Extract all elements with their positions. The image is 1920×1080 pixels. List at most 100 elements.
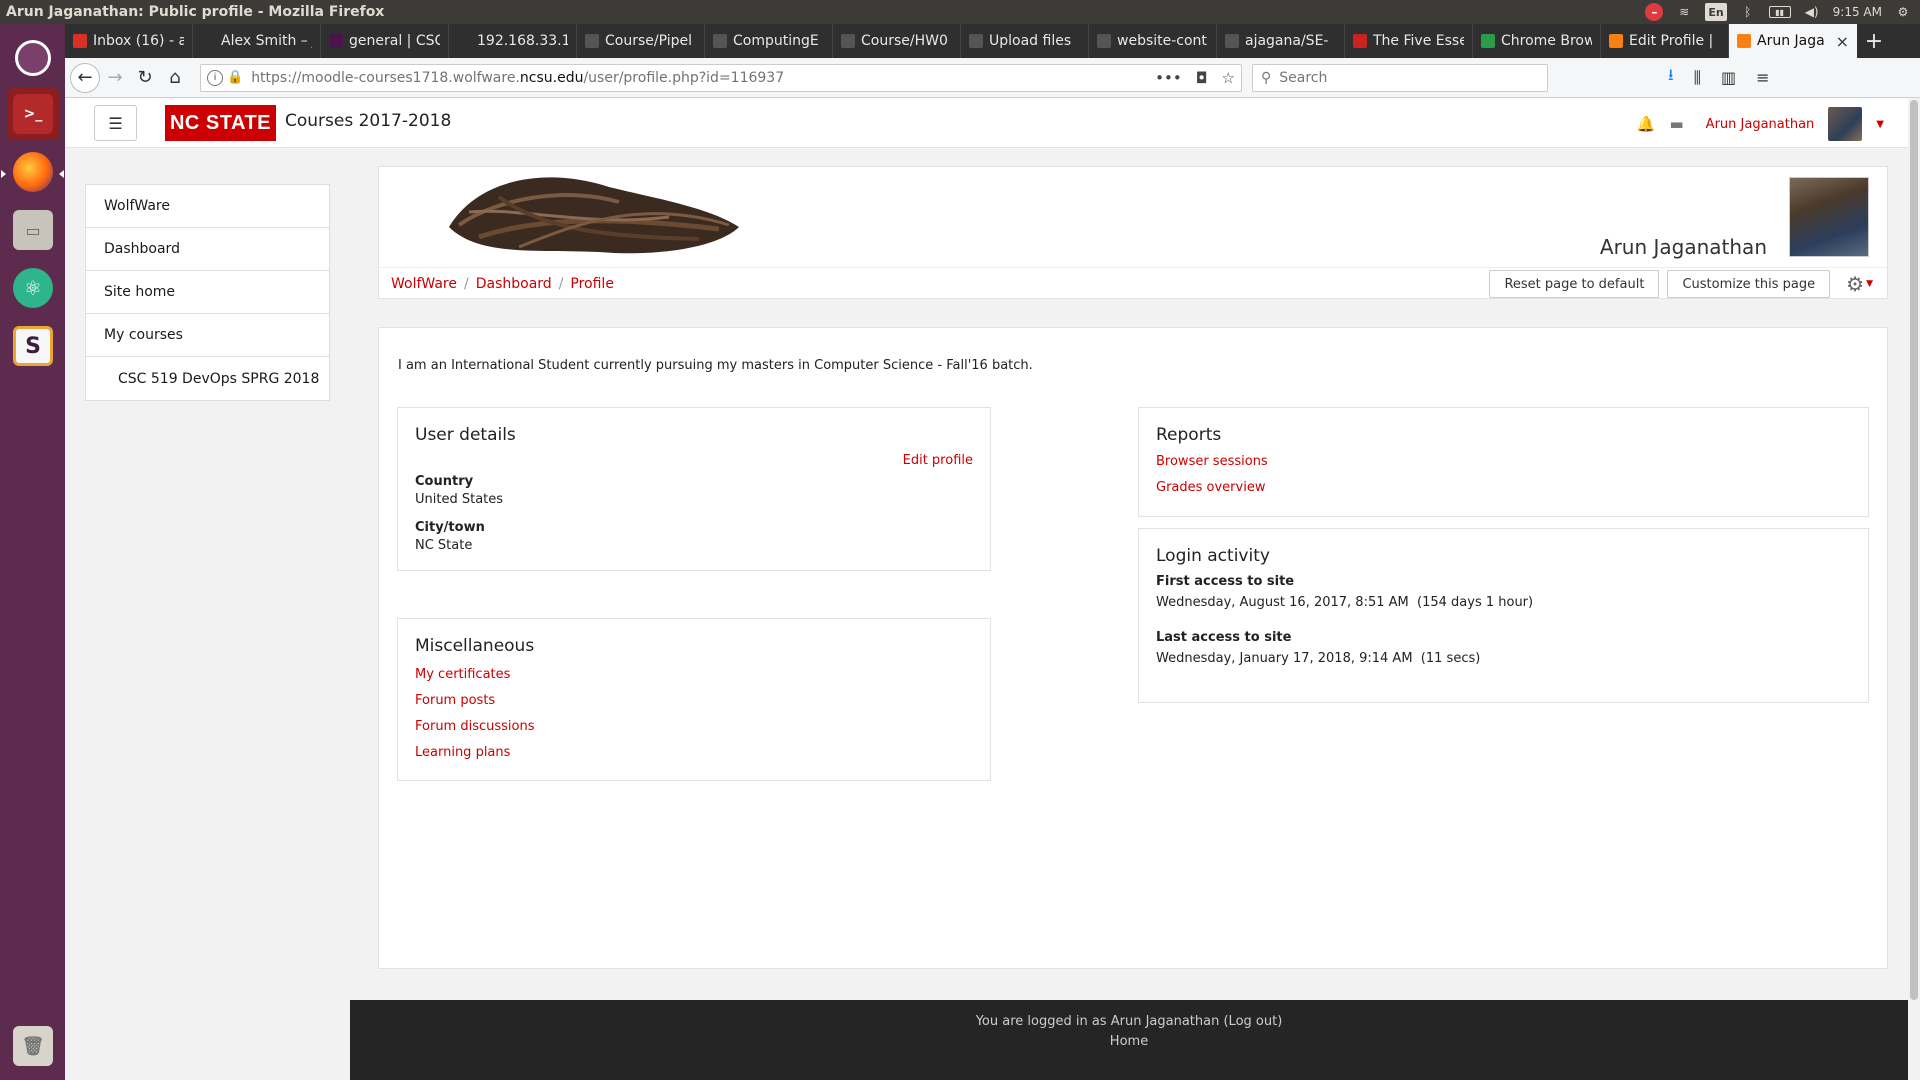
wifi-icon[interactable]: ≋ bbox=[1675, 3, 1693, 21]
tab-label: ajagana/SE- bbox=[1245, 33, 1329, 49]
my-certificates-link[interactable]: My certificates bbox=[415, 667, 510, 682]
browser-tab[interactable]: website-cont bbox=[1089, 24, 1217, 58]
ubuntu-dash-button[interactable] bbox=[7, 32, 59, 84]
browser-tab[interactable]: Inbox (16) - a bbox=[65, 24, 193, 58]
page-actions-icon[interactable]: ••• bbox=[1155, 69, 1182, 87]
github-icon bbox=[585, 34, 599, 48]
downloads-icon[interactable]: ⭳ bbox=[1668, 64, 1674, 91]
user-menu-caret-icon[interactable]: ▼ bbox=[1876, 119, 1884, 130]
sidebar-item-my-courses[interactable]: My courses bbox=[86, 314, 329, 357]
logout-link[interactable]: (Log out) bbox=[1223, 1014, 1282, 1029]
user-avatar-small[interactable] bbox=[1828, 107, 1863, 141]
trash-launcher[interactable]: 🗑 bbox=[7, 1020, 59, 1072]
firefox-launcher[interactable] bbox=[7, 146, 59, 198]
footer-home-link[interactable]: Home bbox=[350, 1034, 1908, 1049]
menu-icon[interactable]: ≡ bbox=[1756, 68, 1769, 87]
site-title[interactable]: Courses 2017-2018 bbox=[285, 111, 451, 131]
new-tab-button[interactable]: + bbox=[1857, 24, 1891, 58]
ubuntu-logo-icon bbox=[15, 40, 51, 76]
user-menu-name[interactable]: Arun Jaganathan bbox=[1706, 117, 1815, 132]
page-scrollbar[interactable] bbox=[1908, 98, 1920, 1080]
scrollbar-thumb[interactable] bbox=[1910, 100, 1918, 1000]
breadcrumb: WolfWare / Dashboard / Profile bbox=[391, 276, 614, 292]
tab-label: Edit Profile | bbox=[1629, 33, 1714, 49]
customize-page-button[interactable]: Customize this page bbox=[1667, 270, 1831, 298]
site-info-icon[interactable]: i bbox=[207, 69, 223, 86]
breadcrumb-wolfware[interactable]: WolfWare bbox=[391, 276, 457, 292]
clock[interactable]: 9:15 AM bbox=[1833, 3, 1882, 21]
forum-discussions-link[interactable]: Forum discussions bbox=[415, 719, 535, 734]
sidebar-item-csc-519-devops-sprg-2018[interactable]: CSC 519 DevOps SPRG 2018 bbox=[86, 357, 329, 400]
browser-tab[interactable]: Edit Profile | bbox=[1601, 24, 1729, 58]
url-bar[interactable]: i 🔒 https://moodle-courses1718.wolfware.… bbox=[200, 63, 1242, 92]
library-icon[interactable]: ⫼ bbox=[1694, 68, 1701, 88]
pocket-icon[interactable]: ◘ bbox=[1196, 69, 1208, 87]
browser-tab[interactable]: Arun Jaga × bbox=[1729, 24, 1857, 58]
terminal-launcher[interactable]: >_ bbox=[7, 88, 59, 140]
browser-tab[interactable]: Chrome Brow bbox=[1473, 24, 1601, 58]
settings-gear-icon[interactable]: ⚙ bbox=[1894, 3, 1912, 21]
sidebar-item-site-home[interactable]: Site home bbox=[86, 271, 329, 314]
slack-launcher[interactable]: S bbox=[7, 320, 59, 372]
tab-label: Alex Smith – Jus bbox=[221, 33, 312, 49]
notifications-bell-icon[interactable]: 🔔 bbox=[1637, 115, 1656, 133]
messages-icon[interactable]: ▬ bbox=[1669, 115, 1683, 133]
browser-tab[interactable]: The Five Esse bbox=[1345, 24, 1473, 58]
edit-profile-link[interactable]: Edit profile bbox=[903, 453, 973, 468]
files-launcher[interactable]: ▭ bbox=[7, 204, 59, 256]
breadcrumb-dashboard[interactable]: Dashboard bbox=[476, 276, 552, 292]
grades-overview-link[interactable]: Grades overview bbox=[1156, 480, 1265, 495]
atom-launcher[interactable]: ⚛ bbox=[7, 262, 59, 314]
breadcrumb-profile[interactable]: Profile bbox=[570, 276, 614, 292]
home-button[interactable]: ⌂ bbox=[160, 63, 190, 93]
nav-drawer-toggle[interactable]: ☰ bbox=[94, 105, 137, 141]
url-domain: ncsu.edu bbox=[519, 69, 584, 86]
learning-plans-link[interactable]: Learning plans bbox=[415, 745, 510, 760]
browser-tab[interactable]: Alex Smith – Jus bbox=[193, 24, 321, 58]
browser-tab[interactable]: Upload files bbox=[961, 24, 1089, 58]
login-activity-title: Login activity bbox=[1156, 546, 1270, 566]
url-suffix: /user/profile.php?id=116937 bbox=[583, 69, 785, 86]
github-icon bbox=[713, 34, 727, 48]
sidebar-item-dashboard[interactable]: Dashboard bbox=[86, 228, 329, 271]
browser-sessions-link[interactable]: Browser sessions bbox=[1156, 454, 1268, 469]
browser-nav-bar: ← → ↻ ⌂ i 🔒 https://moodle-courses1718.w… bbox=[65, 58, 1920, 98]
chrome-icon bbox=[1481, 34, 1495, 48]
close-tab-icon[interactable]: × bbox=[1836, 32, 1849, 51]
keyboard-layout-indicator[interactable]: En bbox=[1705, 3, 1727, 21]
do-not-disturb-icon[interactable]: – bbox=[1645, 3, 1664, 21]
search-input[interactable]: ⚲ Search bbox=[1252, 63, 1548, 92]
browser-tab[interactable]: 192.168.33.10:30 bbox=[449, 24, 577, 58]
system-tray: – ≋ En ᛒ ▮▮ ◀) 9:15 AM ⚙ bbox=[1645, 3, 1920, 21]
github-icon bbox=[841, 34, 855, 48]
last-access-label: Last access to site bbox=[1156, 630, 1292, 645]
volume-icon[interactable]: ◀) bbox=[1803, 3, 1821, 21]
page-actions-menu[interactable]: ⚙ ▼ bbox=[1838, 272, 1873, 296]
bluetooth-icon[interactable]: ᛒ bbox=[1739, 3, 1757, 21]
battery-icon[interactable]: ▮▮ bbox=[1768, 6, 1791, 18]
tab-label: Course/HW0 bbox=[861, 33, 948, 49]
gmail-icon bbox=[73, 34, 87, 48]
system-top-panel: Arun Jaganathan: Public profile - Mozill… bbox=[0, 0, 1920, 24]
sidebar-item-wolfware[interactable]: WolfWare bbox=[86, 185, 329, 228]
login-info-user-link[interactable]: Arun Jaganathan bbox=[1111, 1014, 1220, 1029]
tab-label: ComputingE bbox=[733, 33, 819, 49]
reload-button[interactable]: ↻ bbox=[130, 63, 160, 93]
browser-tab[interactable]: Course/Pipel bbox=[577, 24, 705, 58]
back-button[interactable]: ← bbox=[70, 62, 100, 93]
reset-page-button[interactable]: Reset page to default bbox=[1489, 270, 1660, 298]
window-title: Arun Jaganathan: Public profile - Mozill… bbox=[6, 4, 385, 20]
back-arrow-icon: ← bbox=[77, 67, 93, 88]
browser-tab[interactable]: general | CSC bbox=[321, 24, 449, 58]
forum-posts-link[interactable]: Forum posts bbox=[415, 693, 495, 708]
sidebar-icon[interactable]: ▥ bbox=[1721, 68, 1736, 87]
city-value: NC State bbox=[415, 538, 473, 553]
bookmark-star-icon[interactable]: ☆ bbox=[1222, 69, 1235, 87]
caret-down-icon: ▼ bbox=[1866, 279, 1873, 289]
browser-tab[interactable]: ComputingE bbox=[705, 24, 833, 58]
browser-tab[interactable]: ajagana/SE- bbox=[1217, 24, 1345, 58]
nc-state-logo[interactable]: NC STATE bbox=[165, 105, 276, 141]
url-text[interactable]: https://moodle-courses1718.wolfware.ncsu… bbox=[251, 70, 1155, 86]
forward-button[interactable]: → bbox=[100, 63, 130, 93]
browser-tab[interactable]: Course/HW0 bbox=[833, 24, 961, 58]
